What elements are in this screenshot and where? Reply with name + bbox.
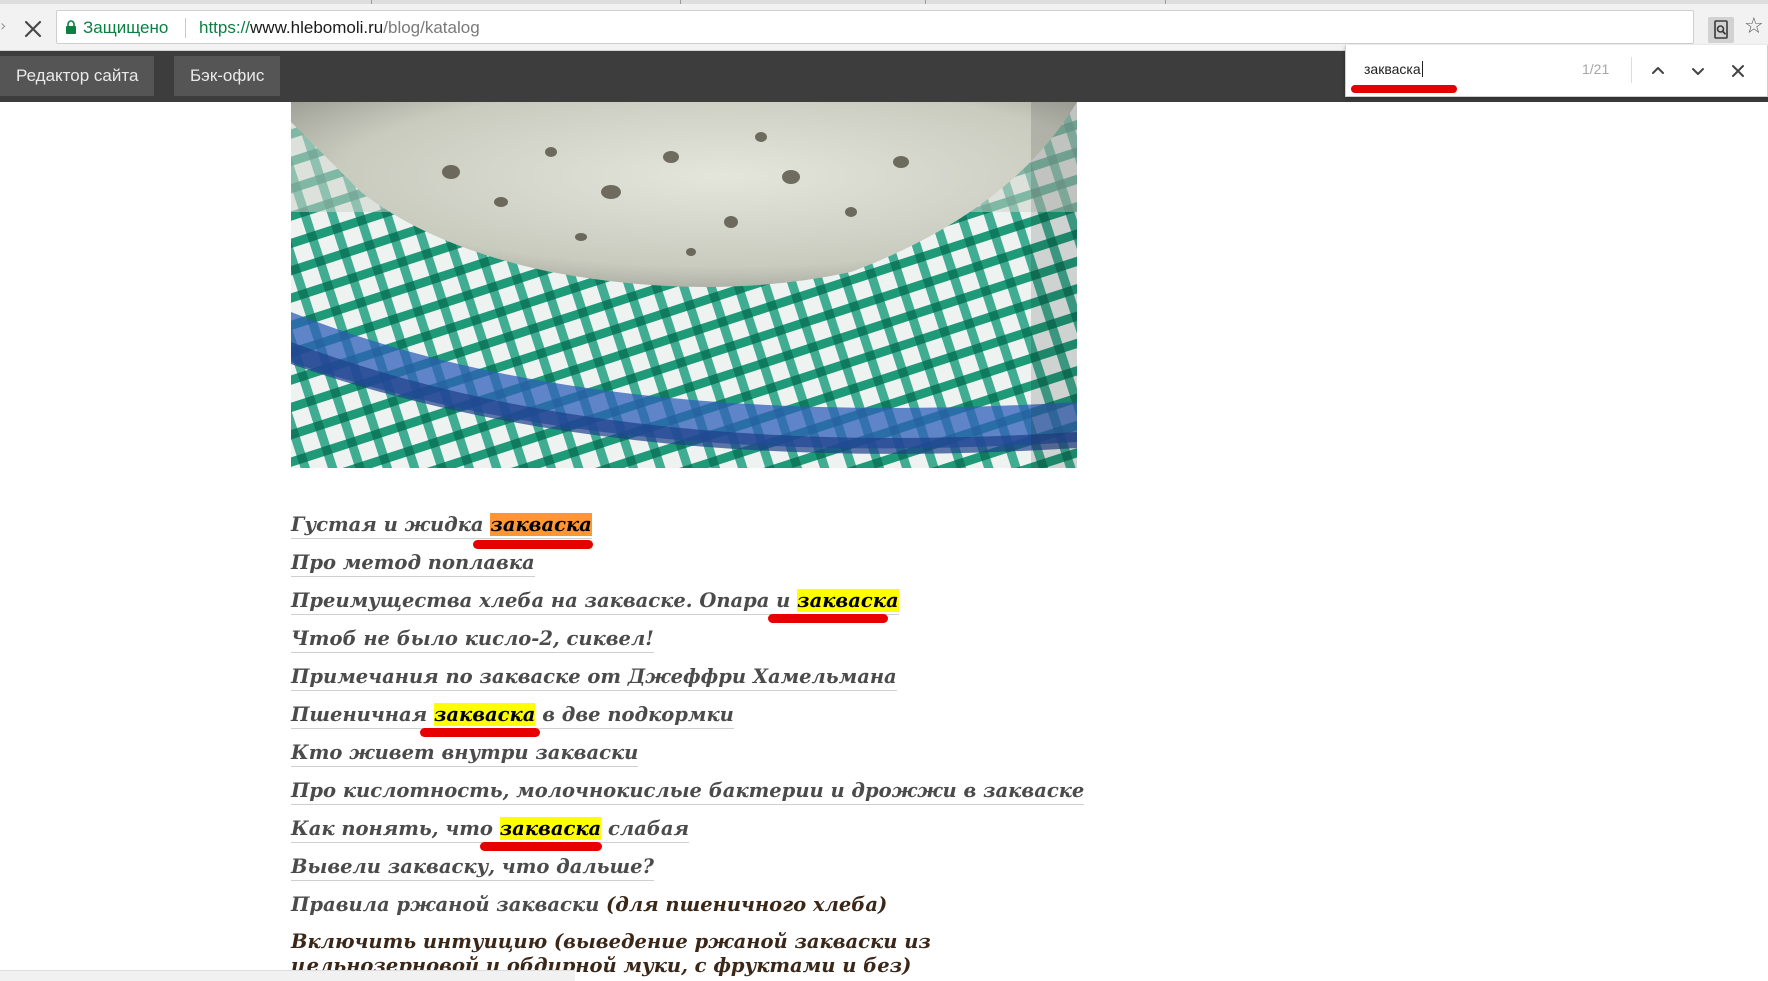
article-link[interactable]: Пшеничная закваска в две подкормки [291, 696, 1091, 734]
article-title-text: Правила ржаной закваски [291, 893, 600, 916]
article-link[interactable]: Как понять, что закваска слабая [291, 810, 1091, 848]
secure-label[interactable]: Защищено [83, 18, 168, 38]
match-annotation [768, 614, 888, 623]
article-title-text: Кто живет внутри закваски [291, 741, 639, 764]
match-annotation [480, 842, 602, 851]
address-bar: › Защищено https://www.hlebomoli.ru/blog… [0, 4, 1768, 51]
article-title-text: Чтоб не было кисло-2, сиквел! [291, 627, 654, 650]
article-title-text: Вывели закваску, что дальше? [291, 855, 654, 878]
article-title-text: Про метод поплавка [291, 551, 535, 574]
article-link[interactable]: Чтоб не было кисло-2, сиквел! [291, 620, 1091, 658]
find-query-annotation [1351, 85, 1457, 93]
find-in-page-icon[interactable] [1708, 17, 1734, 43]
article-title-text: Преимущества хлеба на закваске. Опара и [291, 589, 798, 612]
article-hero-image [291, 102, 1077, 468]
article-link[interactable]: Правила ржаной закваски (для пшеничного … [291, 886, 1091, 924]
article-title-text: Как понять, что [291, 817, 500, 840]
chevron-down-icon[interactable] [1686, 59, 1710, 83]
find-match-count: 1/21 [1582, 61, 1610, 77]
article-link[interactable]: Кто живет внутри закваски [291, 734, 1091, 772]
search-match: закваска [499, 817, 602, 840]
search-match: закваска [797, 589, 899, 612]
article-title-text: слабая [601, 817, 689, 840]
url-host: www.hlebomoli.ru [250, 18, 384, 37]
text-caret [1421, 61, 1423, 77]
article-link[interactable]: Про кислотность, молочнокислые бактерии … [291, 772, 1091, 810]
article-title-text: Пшеничная [291, 703, 434, 726]
find-query: закваска [1364, 61, 1421, 77]
site-editor-button[interactable]: Редактор сайта [0, 56, 155, 96]
find-input[interactable]: закваска [1364, 61, 1423, 77]
star-icon[interactable]: ☆ [1744, 16, 1764, 38]
article-title-text: Примечания по закваске от Джеффри Хамель… [291, 665, 897, 688]
article-title-text: Густая и жидка [291, 513, 491, 536]
article-list: Густая и жидка закваска Про метод поплав… [291, 506, 1091, 978]
article-title-text: Про кислотность, молочнокислые бактерии … [291, 779, 1085, 802]
close-icon[interactable] [22, 18, 44, 40]
omnibox[interactable]: Защищено https://www.hlebomoli.ru/blog/k… [56, 10, 1694, 44]
arrow-left-icon[interactable]: › [0, 18, 6, 34]
chevron-up-icon[interactable] [1646, 59, 1670, 83]
horizontal-scrollbar[interactable] [0, 970, 575, 981]
article-link[interactable]: Вывели закваску, что дальше? [291, 848, 1091, 886]
article-title-suffix: (для пшеничного хлеба) [599, 893, 888, 916]
match-annotation [473, 540, 593, 549]
find-divider [1631, 57, 1632, 83]
article-link[interactable]: Примечания по закваске от Джеффри Хамель… [291, 658, 1091, 696]
article-link[interactable]: Преимущества хлеба на закваске. Опара и … [291, 582, 1091, 620]
article-link[interactable]: Густая и жидка закваска [291, 506, 1091, 544]
url-scheme: https:// [199, 18, 251, 37]
back-office-button[interactable]: Бэк-офис [174, 56, 281, 96]
lock-icon [66, 20, 76, 34]
url-text[interactable]: https://www.hlebomoli.ru/blog/katalog [199, 18, 480, 38]
url-path: /blog/katalog [383, 18, 480, 37]
match-annotation [420, 728, 540, 737]
article-link[interactable]: Про метод поплавка [291, 544, 1091, 582]
search-match-active: закваска [490, 513, 592, 536]
article-title-text: в две подкормки [535, 703, 734, 726]
search-match: закваска [433, 703, 536, 726]
omnibox-divider [185, 18, 186, 38]
close-icon[interactable] [1726, 59, 1750, 83]
